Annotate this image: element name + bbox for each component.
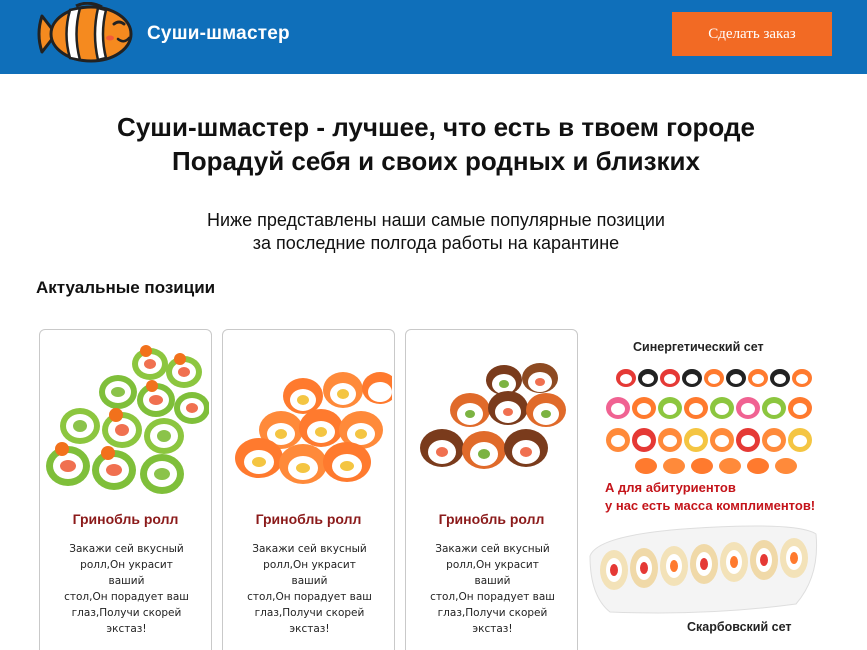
description-line: ролл,Он украсит ваший (446, 559, 539, 587)
section-title: Актуальные позиции (36, 278, 216, 297)
description-line: экстаз! (472, 623, 513, 635)
sushi-set-image (606, 369, 812, 474)
description-line: ролл,Он украсит ваший (263, 559, 356, 587)
eel-rolls-image (420, 363, 566, 469)
product-card[interactable]: Гринобль ролл Закажи сей вкусный ролл,Он… (39, 329, 212, 650)
promo-message: А для абитуриентов у нас есть масса комп… (605, 479, 815, 515)
product-name[interactable]: Гринобль ролл (406, 511, 577, 527)
description-line: Закажи сей вкусный (252, 543, 367, 555)
promo-banner[interactable]: Синергетический сет А для абитуриентов у… (588, 330, 820, 650)
description-line: стол,Он порадует ваш (64, 591, 189, 603)
description-line: стол,Он порадует ваш (430, 591, 555, 603)
description-line: экстаз! (106, 623, 147, 635)
hero-subtitle-line: Ниже представлены наши самые популярные … (207, 210, 665, 230)
hero-title: Суши-шмастер - лучшее, что есть в твоем … (0, 110, 867, 178)
clownfish-logo-icon[interactable] (36, 2, 134, 66)
description-line: стол,Он порадует ваш (247, 591, 372, 603)
promo-set-title: Синергетический сет (633, 340, 764, 354)
product-card[interactable]: Гринобль ролл Закажи сей вкусный ролл,Он… (405, 329, 578, 650)
order-button[interactable]: Сделать заказ (672, 12, 832, 56)
promo-message-line: у нас есть масса комплиментов! (605, 498, 816, 513)
green-avocado-rolls-image (46, 345, 209, 494)
product-description: Закажи сей вкусный ролл,Он украсит ваший… (62, 541, 191, 637)
salmon-rolls-image (235, 372, 392, 484)
description-line: глаз,Получи скорей (437, 607, 548, 619)
brand-name[interactable]: Суши-шмастер (147, 23, 290, 45)
product-card[interactable]: Гринобль ролл Закажи сей вкусный ролл,Он… (222, 329, 395, 650)
site-header: Суши-шмастер Сделать заказ (0, 0, 867, 74)
product-name[interactable]: Гринобль ролл (40, 511, 211, 527)
description-line: Закажи сей вкусный (435, 543, 550, 555)
sushi-plate-image (589, 525, 818, 614)
description-line: Закажи сей вкусный (69, 543, 184, 555)
promo-set-title: Скарбовский сет (687, 620, 792, 634)
hero-subtitle-line: за последние полгода работы на карантине (252, 233, 620, 253)
product-description: Закажи сей вкусный ролл,Он украсит ваший… (245, 541, 374, 637)
product-name[interactable]: Гринобль ролл (223, 511, 394, 527)
description-line: глаз,Получи скорей (71, 607, 182, 619)
promo-message-line: А для абитуриентов (605, 480, 736, 495)
description-line: ролл,Он украсит ваший (80, 559, 173, 587)
description-line: экстаз! (289, 623, 330, 635)
product-description: Закажи сей вкусный ролл,Он украсит ваший… (428, 541, 557, 637)
description-line: глаз,Получи скорей (254, 607, 365, 619)
hero-subtitle: Ниже представлены наши самые популярные … (0, 209, 867, 255)
hero-title-line: Суши-шмастер - лучшее, что есть в твоем … (117, 112, 755, 142)
hero-title-line: Порадуй себя и своих родных и близких (172, 146, 700, 176)
